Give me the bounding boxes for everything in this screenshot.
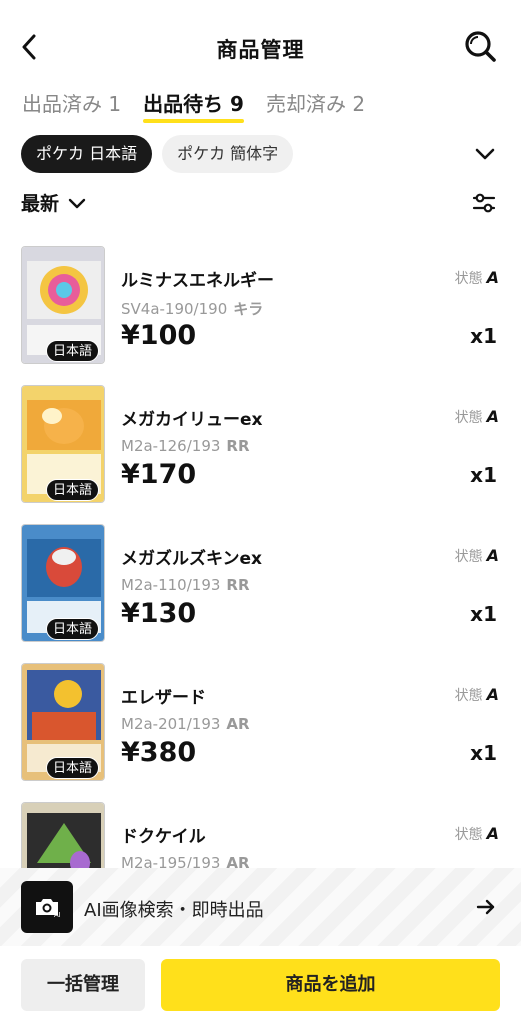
- item-condition: 状態 A: [454, 824, 499, 843]
- item-quantity: x1: [470, 324, 497, 348]
- item-code: M2a-195/193 AR: [121, 854, 250, 868]
- sort-dropdown[interactable]: 最新: [21, 189, 87, 216]
- item-condition: 状態 A: [454, 546, 499, 565]
- header: 商品管理: [0, 0, 521, 92]
- chip-pokeca-japanese[interactable]: ポケカ 日本語: [21, 135, 153, 173]
- ai-search-label: AI画像検索・即時出品: [84, 900, 264, 921]
- item-name: エレザード: [121, 688, 206, 708]
- item-code: M2a-201/193 AR: [121, 715, 250, 733]
- language-badge: 日本語: [46, 340, 100, 362]
- language-badge: 日本語: [46, 479, 100, 501]
- active-tab-indicator: [143, 119, 244, 123]
- expand-chips-button[interactable]: [473, 142, 497, 166]
- page-title: 商品管理: [216, 38, 305, 62]
- language-badge: 日本語: [46, 757, 100, 779]
- camera-button[interactable]: AI: [21, 881, 73, 933]
- list-item[interactable]: 日本語 メガカイリューex M2a-126/193 RR ¥170 状態 A x1: [0, 385, 521, 509]
- item-price: ¥380: [121, 737, 197, 768]
- item-name: ルミナスエネルギー: [121, 271, 274, 291]
- tab-listed[interactable]: 出品済み 1: [22, 88, 121, 120]
- item-condition: 状態 A: [454, 685, 499, 704]
- status-tabs: 出品済み 1 出品待ち 9 売却済み 2: [22, 88, 365, 123]
- item-quantity: x1: [470, 463, 497, 487]
- list-item[interactable]: 日本語 メガズルズキンex M2a-110/193 RR ¥130 状態 A x1: [0, 524, 521, 648]
- filter-button[interactable]: [471, 190, 497, 216]
- item-name: メガカイリューex: [121, 410, 263, 430]
- arrow-right-icon: [475, 896, 497, 918]
- product-list: 日本語 ルミナスエネルギー SV4a-190/190 キラ ¥100 状態 A x1…: [0, 246, 521, 868]
- sort-label: 最新: [21, 193, 60, 215]
- list-item[interactable]: 日本語 ルミナスエネルギー SV4a-190/190 キラ ¥100 状態 A x1: [0, 246, 521, 370]
- chip-pokeca-simplified[interactable]: ポケカ 簡体字: [162, 135, 294, 173]
- item-name: ドクケイル: [121, 827, 206, 847]
- tab-pending[interactable]: 出品待ち 9: [143, 88, 244, 123]
- add-product-button[interactable]: 商品を追加: [161, 959, 500, 1011]
- camera-icon: AI: [36, 899, 61, 919]
- card-image: [21, 802, 105, 868]
- item-quantity: x1: [470, 602, 497, 626]
- item-code: M2a-126/193 RR: [121, 437, 250, 455]
- chevron-down-icon: [68, 198, 86, 208]
- svg-text:AI: AI: [54, 912, 61, 919]
- ai-image-search-bar[interactable]: AI AI画像検索・即時出品: [0, 868, 521, 946]
- item-quantity: x1: [470, 741, 497, 765]
- item-name: メガズルズキンex: [121, 549, 262, 569]
- search-icon: [465, 31, 496, 62]
- bulk-manage-button[interactable]: 一括管理: [21, 959, 145, 1011]
- item-code: SV4a-190/190 キラ: [121, 300, 264, 318]
- bottom-action-bar: 一括管理 商品を追加: [0, 946, 521, 1024]
- search-button[interactable]: [463, 29, 499, 65]
- item-price: ¥100: [121, 320, 197, 351]
- item-condition: 状態 A: [454, 268, 499, 287]
- item-price: ¥170: [121, 459, 197, 490]
- chevron-down-icon: [475, 148, 495, 160]
- list-item[interactable]: 日本語 エレザード M2a-201/193 AR ¥380 状態 A x1: [0, 663, 521, 787]
- item-price: ¥130: [121, 598, 197, 629]
- list-item[interactable]: ドクケイル M2a-195/193 AR 状態 A: [0, 802, 521, 868]
- language-badge: 日本語: [46, 618, 100, 640]
- tab-sold[interactable]: 売却済み 2: [266, 88, 365, 120]
- item-condition: 状態 A: [454, 407, 499, 426]
- item-code: M2a-110/193 RR: [121, 576, 250, 594]
- sliders-icon: [472, 193, 496, 213]
- category-chips: ポケカ 日本語 ポケカ 簡体字: [21, 135, 294, 173]
